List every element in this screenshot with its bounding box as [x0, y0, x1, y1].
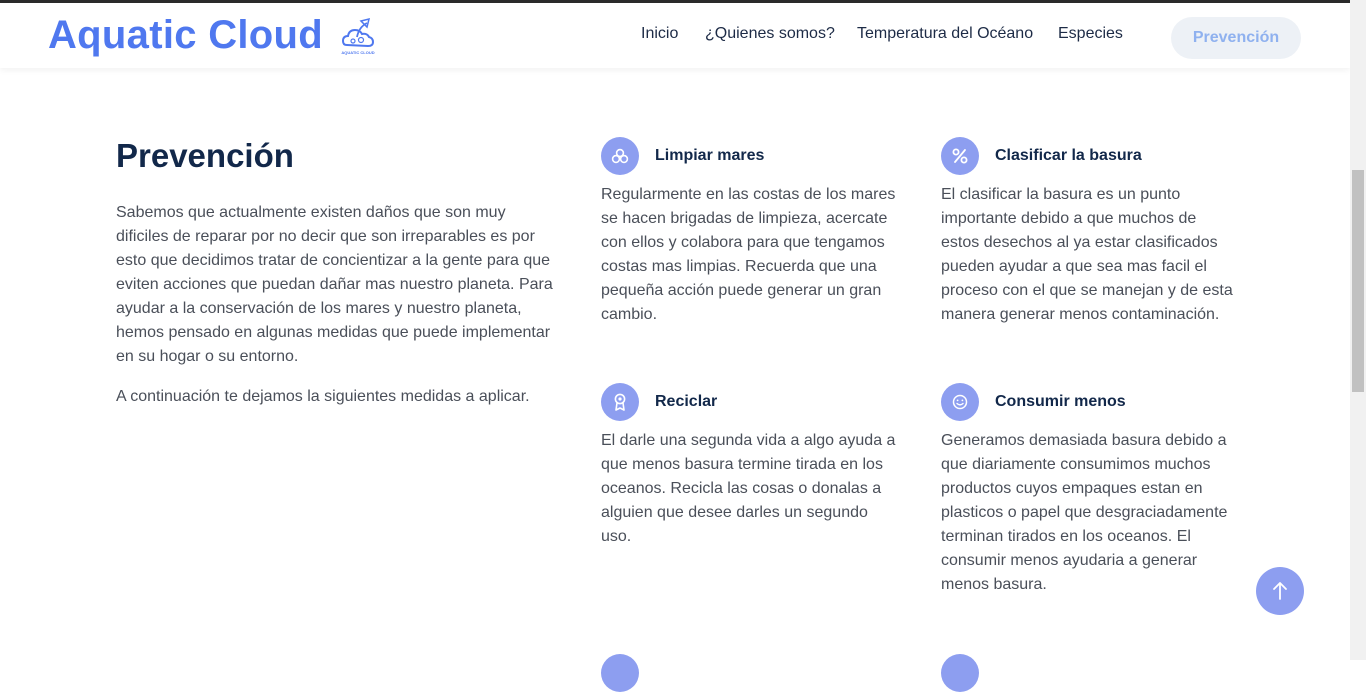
- page-scrollbar[interactable]: [1350, 0, 1366, 660]
- nav-temperatura-oceano[interactable]: Temperatura del Océano: [857, 25, 1033, 43]
- card-reciclar: Reciclar El darle una segunda vida a alg…: [601, 383, 901, 549]
- intro-paragraph: Sabemos que actualmente existen daños qu…: [116, 204, 553, 365]
- percent-icon: [941, 137, 979, 175]
- nav-prevencion-button[interactable]: Prevención: [1171, 17, 1301, 59]
- card-consumir-menos: Consumir menos Generamos demasiada basur…: [941, 383, 1233, 597]
- award-icon: [601, 383, 639, 421]
- card-clasificar-basura: Clasificar la basura El clasificar la ba…: [941, 137, 1233, 327]
- card-title: Clasificar la basura: [995, 147, 1142, 164]
- prevention-intro: Prevención Sabemos que actualmente exist…: [116, 135, 556, 409]
- card-text: El darle una segunda vida a algo ayuda a…: [601, 432, 896, 545]
- nav-inicio[interactable]: Inicio: [641, 25, 678, 43]
- card-title: Reciclar: [655, 393, 718, 410]
- card-limpiar-mares: Limpiar mares Regularmente en las costas…: [601, 137, 901, 327]
- site-header: Aquatic Cloud AQUATIC CLOUD Inicio ¿Quie…: [0, 3, 1350, 68]
- circles-icon: [601, 137, 639, 175]
- page-title: Prevención: [116, 137, 294, 174]
- brand[interactable]: Aquatic Cloud: [48, 11, 323, 59]
- card-title: Consumir menos: [995, 393, 1126, 410]
- back-to-top-button[interactable]: [1256, 567, 1304, 615]
- logo-caption: AQUATIC CLOUD: [341, 50, 374, 55]
- brand-name[interactable]: Aquatic Cloud: [48, 11, 323, 59]
- card-title: Limpiar mares: [655, 147, 765, 164]
- card-text: El clasificar la basura es un punto impo…: [941, 186, 1233, 323]
- intro-paragraph-secondary: A continuación te dejamos la siguientes …: [116, 388, 530, 405]
- scrollbar-thumb[interactable]: [1352, 170, 1364, 392]
- arrow-up-icon: [1273, 582, 1287, 600]
- nav-quienes-somos[interactable]: ¿Quienes somos?: [705, 25, 835, 43]
- smile-icon: [941, 383, 979, 421]
- card-text: Generamos demasiada basura debido a que …: [941, 432, 1228, 593]
- card-text: Regularmente en las costas de los mares …: [601, 186, 896, 323]
- cloud-rocket-logo-icon[interactable]: AQUATIC CLOUD: [339, 17, 377, 57]
- nav-especies[interactable]: Especies: [1058, 25, 1123, 43]
